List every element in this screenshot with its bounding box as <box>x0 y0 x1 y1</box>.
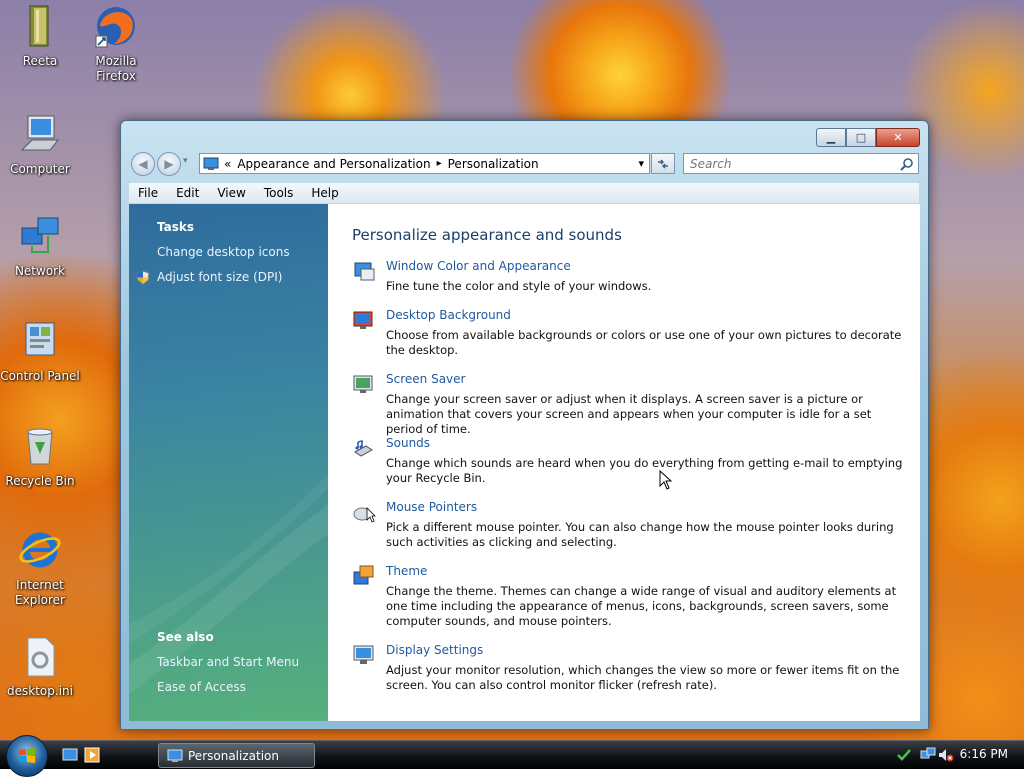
task-pane: Tasks Change desktop icons Adjust font s… <box>129 204 328 721</box>
desktop-icon-control-panel[interactable]: Control Panel <box>0 319 80 384</box>
desktop-icon-label: Reeta <box>22 54 58 68</box>
ease-of-access-link[interactable]: Ease of Access <box>157 680 246 694</box>
mouse-cursor-icon <box>659 470 673 490</box>
breadcrumb-appearance-and-personalization[interactable]: Appearance and Personalization <box>237 157 430 171</box>
shield-icon <box>136 270 150 285</box>
network-icon <box>21 217 59 253</box>
taskbar-button-label: Personalization <box>188 748 279 763</box>
taskbar-and-start-menu-link[interactable]: Taskbar and Start Menu <box>157 655 299 669</box>
item-description: Fine tune the color and style of your wi… <box>386 279 652 293</box>
menu-edit[interactable]: Edit <box>167 186 208 200</box>
desktop-icon-recycle-bin[interactable]: Recycle Bin <box>0 424 80 489</box>
item-description: Change the theme. Themes can change a wi… <box>386 584 897 628</box>
desktop-icon-internet-explorer[interactable]: Internet Explorer <box>0 528 80 608</box>
desktop-icon-label: Control Panel <box>0 369 80 383</box>
navigation-bar: ◀ ▶ ▾ « Appearance and Personalization ▸… <box>129 151 919 177</box>
search-box[interactable] <box>683 153 919 174</box>
network-tray-icon[interactable] <box>920 747 936 763</box>
item-description: Change which sounds are heard when you d… <box>386 456 903 485</box>
close-button[interactable]: ✕ <box>876 128 920 147</box>
see-also-heading: See also <box>157 630 214 644</box>
desktop-icon-label: Network <box>14 264 66 278</box>
breadcrumb-personalization[interactable]: Personalization <box>448 157 539 171</box>
desktop-icon-label: desktop.ini <box>7 684 73 698</box>
address-dropdown-button[interactable]: ▾ <box>638 157 644 170</box>
content-area: Tasks Change desktop icons Adjust font s… <box>129 204 920 721</box>
desktop-icon-label: Computer <box>10 162 70 176</box>
item-description: Adjust your monitor resolution, which ch… <box>386 663 900 692</box>
theme-icon <box>353 565 374 585</box>
change-desktop-icons-link[interactable]: Change desktop icons <box>157 245 290 259</box>
item-description: Change your screen saver or adjust when … <box>386 392 872 436</box>
caption-buttons: ▁ □ ✕ <box>816 128 920 147</box>
control-panel-icon <box>167 749 183 762</box>
internet-explorer-icon <box>19 532 61 568</box>
menu-bar: File Edit View Tools Help <box>129 183 919 203</box>
menu-view[interactable]: View <box>208 186 254 200</box>
menu-file[interactable]: File <box>129 186 167 200</box>
recent-pages-dropdown[interactable]: ▾ <box>183 156 188 166</box>
desktop-icon-reeta[interactable]: Reeta <box>0 4 80 69</box>
item-description: Pick a different mouse pointer. You can … <box>386 520 894 549</box>
taskbar-button-personalization[interactable]: Personalization <box>158 743 315 768</box>
breadcrumb-separator[interactable]: ▸ <box>437 158 442 169</box>
item-description: Choose from available backgrounds or col… <box>386 328 902 357</box>
sounds-link[interactable]: Sounds <box>386 436 430 450</box>
sounds-icon <box>354 439 373 457</box>
desktop-icon-network[interactable]: Network <box>0 214 80 279</box>
theme-link[interactable]: Theme <box>386 564 427 578</box>
firefox-icon <box>95 7 135 48</box>
ini-file-icon <box>27 637 55 677</box>
windows-logo-icon <box>19 748 35 763</box>
window-color-and-appearance-link[interactable]: Window Color and Appearance <box>386 259 571 273</box>
computer-icon <box>20 115 60 151</box>
desktop-icon-firefox[interactable]: Mozilla Firefox <box>76 4 156 84</box>
search-icon[interactable] <box>900 157 914 171</box>
show-desktop-icon[interactable] <box>62 747 78 763</box>
address-chevron[interactable]: « <box>224 157 231 171</box>
screen-saver-icon <box>353 375 373 393</box>
display-settings-icon <box>353 645 374 664</box>
refresh-icon <box>658 159 668 168</box>
minimize-button[interactable]: ▁ <box>816 128 846 147</box>
desktop-icon-computer[interactable]: Computer <box>0 112 80 177</box>
mouse-icon <box>353 507 376 523</box>
volume-muted-icon[interactable] <box>938 747 954 763</box>
adjust-font-size-link[interactable]: Adjust font size (DPI) <box>157 270 282 284</box>
folder-icon <box>29 5 49 47</box>
desktop-icon-label: Recycle Bin <box>5 474 75 488</box>
taskbar-clock[interactable]: 6:16 PM <box>960 747 1008 761</box>
taskbar: Personalization 6:16 PM <box>0 735 1024 777</box>
start-button[interactable] <box>6 735 48 777</box>
menu-help[interactable]: Help <box>302 186 347 200</box>
forward-button[interactable]: ▶ <box>157 152 181 176</box>
media-player-icon[interactable] <box>84 747 100 763</box>
refresh-button[interactable] <box>651 153 675 174</box>
desktop-icon-label: Mozilla Firefox <box>95 54 137 83</box>
search-input[interactable] <box>688 155 892 172</box>
page-title: Personalize appearance and sounds <box>352 226 622 244</box>
control-panel-icon <box>203 157 219 170</box>
window-color-icon <box>354 262 375 281</box>
display-settings-link[interactable]: Display Settings <box>386 643 483 657</box>
recycle-bin-icon <box>27 428 53 465</box>
personalization-window: ▁ □ ✕ ◀ ▶ ▾ « Appearance and Personaliza… <box>120 120 929 730</box>
back-button[interactable]: ◀ <box>131 152 155 176</box>
tasks-heading: Tasks <box>157 220 195 234</box>
menu-tools[interactable]: Tools <box>255 186 303 200</box>
desktop-background-link[interactable]: Desktop Background <box>386 308 511 322</box>
desktop-icon-desktop-ini[interactable]: desktop.ini <box>0 634 80 699</box>
control-panel-icon <box>25 322 55 356</box>
desktop-background-icon <box>353 311 373 329</box>
mouse-pointers-link[interactable]: Mouse Pointers <box>386 500 477 514</box>
screen-saver-link[interactable]: Screen Saver <box>386 372 465 386</box>
safely-remove-hardware-icon[interactable] <box>896 747 912 763</box>
desktop-icon-label: Internet Explorer <box>15 578 65 607</box>
address-bar[interactable]: « Appearance and Personalization ▸ Perso… <box>199 153 650 174</box>
maximize-button[interactable]: □ <box>846 128 876 147</box>
